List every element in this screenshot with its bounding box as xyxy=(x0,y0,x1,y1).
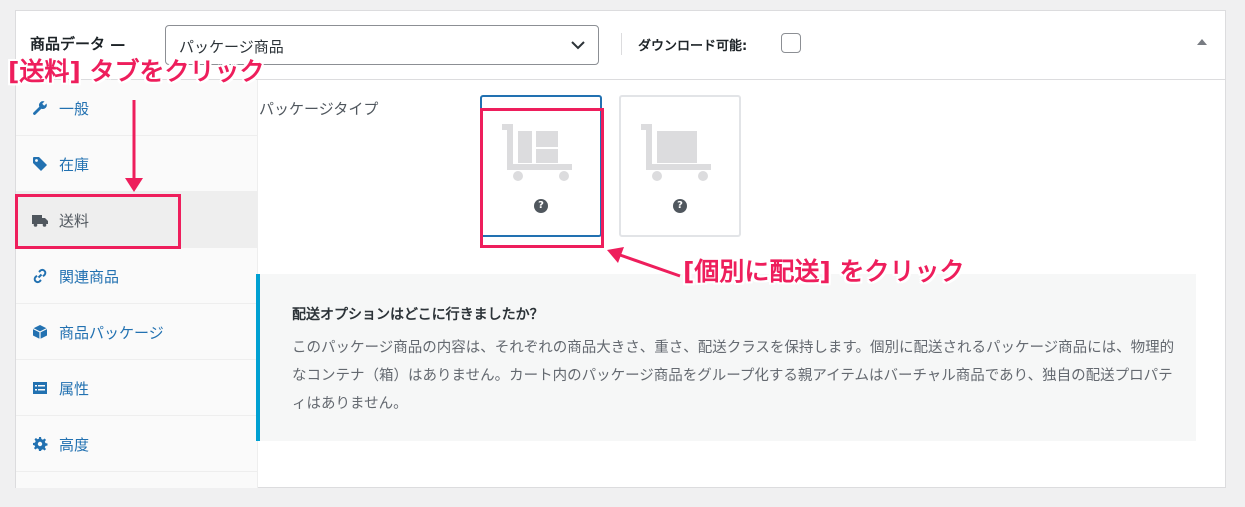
downloadable-label: ダウンロード可能: xyxy=(638,39,748,54)
tab-general[interactable]: 一般 xyxy=(16,80,258,136)
notice-title: 配送オプションはどこに行きましたか？ xyxy=(292,307,544,323)
tab-label: 一般 xyxy=(59,100,90,118)
tab-label: 属性 xyxy=(59,380,90,398)
tab-label: 商品パッケージ xyxy=(59,324,164,342)
chevron-down-icon xyxy=(571,41,585,50)
tab-label: 高度 xyxy=(59,436,90,454)
shipping-tab-highlight xyxy=(15,194,181,249)
tab-label: 関連商品 xyxy=(59,268,120,286)
ship-separately-highlight xyxy=(480,108,604,248)
tab-inventory[interactable]: 在庫 xyxy=(16,136,258,192)
list-icon xyxy=(33,382,47,394)
help-icon[interactable]: ? xyxy=(673,199,687,213)
downloadable-checkbox[interactable] xyxy=(781,33,801,53)
product-data-tabs: 一般 在庫 送料 関連商品 商品パッケージ 属性 高度 xyxy=(16,80,258,488)
link-icon xyxy=(33,268,47,284)
tab-bundled-products[interactable]: 商品パッケージ xyxy=(16,304,258,360)
tab-attributes[interactable]: 属性 xyxy=(16,360,258,416)
ship-separately-note: [個別に配送] をクリック xyxy=(683,257,965,286)
shipping-tab-note: [送料] タブをクリック xyxy=(8,57,265,86)
wrench-icon xyxy=(33,101,47,115)
cart-together-icon xyxy=(641,124,711,181)
tab-linked-products[interactable]: 関連商品 xyxy=(16,248,258,304)
shipping-notice: 配送オプションはどこに行きましたか？ このパッケージ商品の内容は、それぞれの商品… xyxy=(256,274,1196,441)
header-divider xyxy=(621,33,622,55)
collapse-toggle-icon[interactable] xyxy=(1197,39,1207,45)
tab-label: 在庫 xyxy=(59,156,90,174)
notice-body: このパッケージ商品の内容は、それぞれの商品大きさ、重さ、配送クラスを保持します。… xyxy=(292,340,1175,412)
gear-icon xyxy=(33,437,48,451)
package-type-label: パッケージタイプ xyxy=(259,100,379,118)
tag-icon xyxy=(33,157,47,171)
tab-advanced[interactable]: 高度 xyxy=(16,416,258,472)
box-icon xyxy=(32,325,48,339)
product-data-title: 商品データ — xyxy=(30,35,126,53)
ship-together-option[interactable]: ? xyxy=(619,95,741,237)
